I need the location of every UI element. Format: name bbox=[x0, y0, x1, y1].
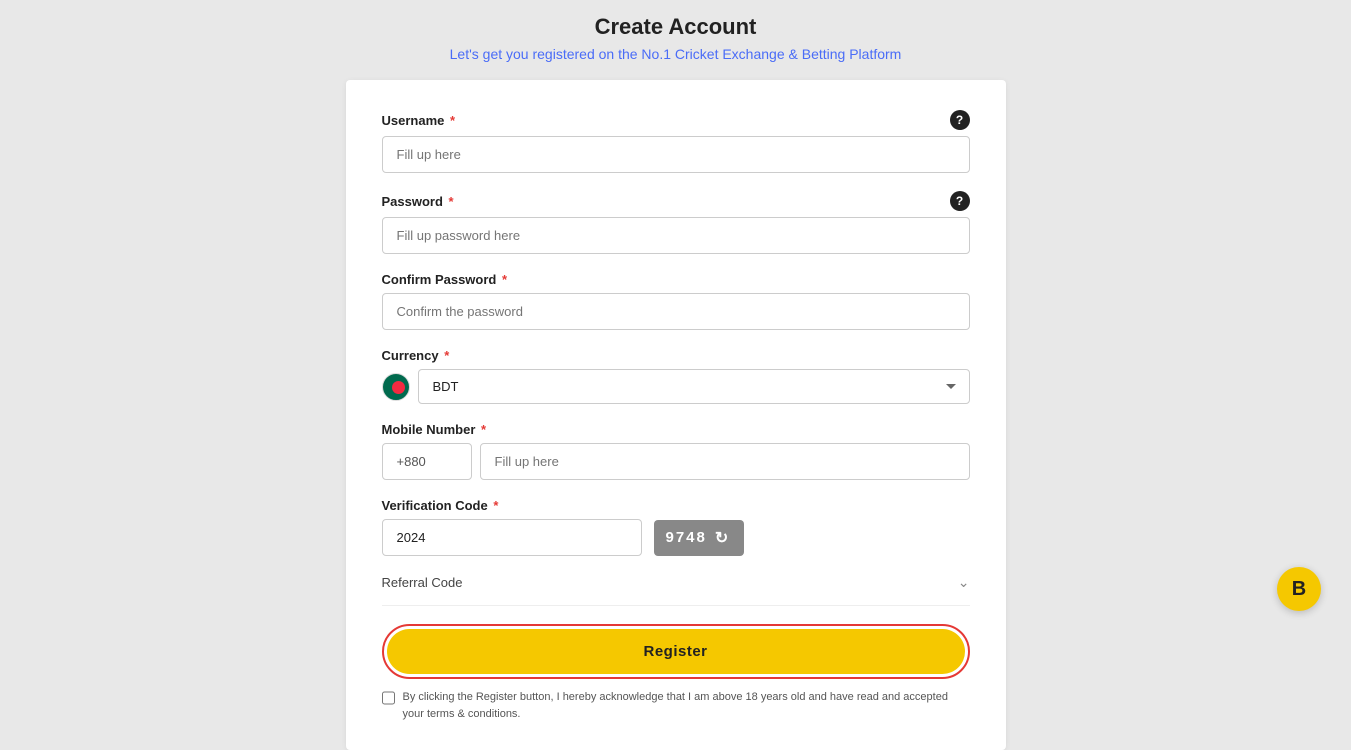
bangladesh-flag-icon bbox=[382, 373, 410, 401]
confirm-password-input[interactable] bbox=[382, 293, 970, 330]
refresh-icon[interactable]: ↻ bbox=[715, 528, 730, 548]
register-button[interactable]: Register bbox=[387, 629, 965, 674]
username-help-icon[interactable]: ? bbox=[950, 110, 970, 130]
mobile-number-input[interactable] bbox=[480, 443, 970, 480]
mobile-row bbox=[382, 443, 970, 480]
password-label: Password * bbox=[382, 194, 454, 209]
username-label: Username * bbox=[382, 113, 456, 128]
currency-row: BDT USD EUR GBP INR bbox=[382, 369, 970, 404]
mobile-number-group: Mobile Number * bbox=[382, 422, 970, 480]
verification-code-input[interactable] bbox=[382, 519, 642, 556]
mobile-prefix-input[interactable] bbox=[382, 443, 472, 480]
verification-row: 9748 ↻ bbox=[382, 519, 970, 556]
page-wrapper: Create Account Let's get you registered … bbox=[0, 0, 1351, 750]
referral-code-label: Referral Code bbox=[382, 575, 463, 590]
username-group: Username * ? bbox=[382, 110, 970, 173]
currency-select[interactable]: BDT USD EUR GBP INR bbox=[418, 369, 970, 404]
mobile-label-row: Mobile Number * bbox=[382, 422, 970, 437]
currency-label: Currency * bbox=[382, 348, 450, 363]
tos-text: By clicking the Register button, I hereb… bbox=[403, 689, 970, 722]
form-card: Username * ? Password * ? Confirm Passwo… bbox=[346, 80, 1006, 750]
captcha-box[interactable]: 9748 ↻ bbox=[654, 520, 744, 556]
password-input[interactable] bbox=[382, 217, 970, 254]
verification-label: Verification Code * bbox=[382, 498, 499, 513]
tos-checkbox[interactable] bbox=[382, 691, 395, 705]
page-title: Create Account bbox=[595, 14, 757, 40]
currency-group: Currency * BDT USD EUR GBP INR bbox=[382, 348, 970, 404]
confirm-password-label-row: Confirm Password * bbox=[382, 272, 970, 287]
captcha-value: 9748 bbox=[666, 529, 707, 546]
tos-row: By clicking the Register button, I hereb… bbox=[382, 689, 970, 722]
username-label-row: Username * ? bbox=[382, 110, 970, 130]
password-label-row: Password * ? bbox=[382, 191, 970, 211]
verification-label-row: Verification Code * bbox=[382, 498, 970, 513]
referral-code-row[interactable]: Referral Code ⌄ bbox=[382, 574, 970, 606]
currency-label-row: Currency * bbox=[382, 348, 970, 363]
mobile-label: Mobile Number * bbox=[382, 422, 487, 437]
confirm-password-label: Confirm Password * bbox=[382, 272, 508, 287]
password-group: Password * ? bbox=[382, 191, 970, 254]
floating-badge[interactable]: B bbox=[1277, 567, 1321, 611]
chevron-down-icon: ⌄ bbox=[958, 574, 970, 591]
register-button-wrapper: Register bbox=[382, 624, 970, 679]
username-input[interactable] bbox=[382, 136, 970, 173]
confirm-password-group: Confirm Password * bbox=[382, 272, 970, 330]
page-subtitle: Let's get you registered on the No.1 Cri… bbox=[450, 46, 902, 62]
password-help-icon[interactable]: ? bbox=[950, 191, 970, 211]
verification-code-group: Verification Code * 9748 ↻ bbox=[382, 498, 970, 556]
